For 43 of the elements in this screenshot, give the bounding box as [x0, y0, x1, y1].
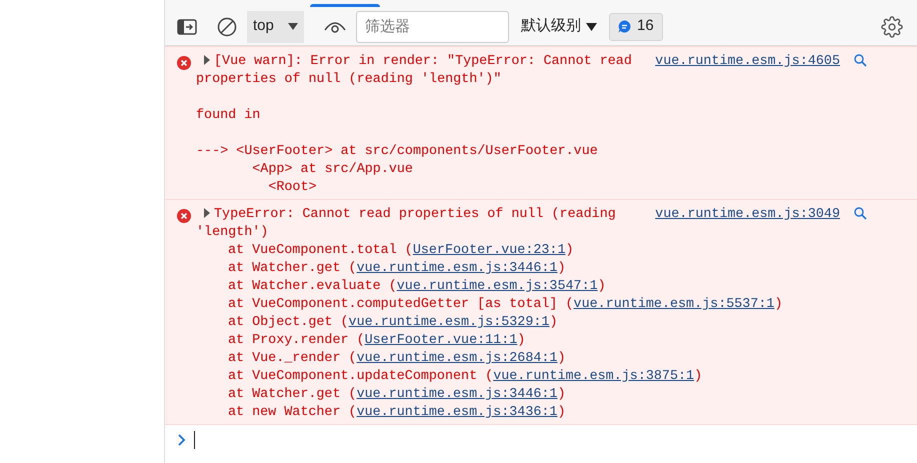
message-text: [Vue warn]: Error in render: "TypeError: Cannot read properties of null (reading 'length')" found in ---> <UserFooter> at src/components/UserFooter.vue <App> at src/App.vue <Root> — [196, 53, 633, 197]
stack-frame: at Proxy.render (UserFooter.vue:11:1) — [196, 332, 867, 350]
stack-frame: at Object.get (vue.runtime.esm.js:5329:1) — [196, 314, 867, 332]
expand-triangle-icon[interactable] — [203, 55, 211, 65]
stack-frame-link[interactable]: UserFooter.vue:11:1 — [364, 333, 518, 348]
prompt-chevron-icon — [178, 434, 186, 446]
stack-frame: at Vue._render (vue.runtime.esm.js:2684:1) — [196, 350, 867, 368]
stack-frame-link[interactable]: vue.runtime.esm.js:5329:1 — [348, 315, 550, 330]
caret-icon — [586, 22, 597, 30]
stack-frame: at VueComponent.total (UserFooter.vue:23:1) — [196, 242, 867, 260]
message-text: TypeError: Cannot read properties of null (reading 'length') — [196, 206, 617, 242]
stack-frame-link[interactable]: vue.runtime.esm.js:3446:1 — [356, 261, 558, 276]
context-dropdown[interactable]: top — [247, 10, 304, 42]
message-count-badge[interactable]: 16 — [609, 12, 663, 40]
stack-frame-link[interactable]: UserFooter.vue:23:1 — [412, 243, 566, 258]
search-icon[interactable] — [854, 54, 867, 67]
search-icon[interactable] — [854, 207, 867, 220]
stack-frame-link[interactable]: vue.runtime.esm.js:3446:1 — [356, 387, 558, 402]
settings-icon[interactable] — [881, 16, 903, 38]
error-icon — [177, 209, 191, 223]
stack-frame-link[interactable]: vue.runtime.esm.js:3875:1 — [493, 369, 694, 384]
tab-indicator — [310, 4, 380, 7]
stack-frame-link[interactable]: vue.runtime.esm.js:5537:1 — [574, 297, 774, 312]
sidebar-toggle-icon[interactable] — [177, 18, 197, 34]
caret-icon — [288, 23, 298, 30]
stack-frame-link[interactable]: vue.runtime.esm.js:3436:1 — [356, 405, 558, 420]
levels-dropdown[interactable]: 默认级别 — [521, 15, 597, 38]
stack-frame: at VueComponent.updateComponent (vue.runtime.esm.js:3875:1) — [196, 368, 867, 386]
stack-frame: at Watcher.evaluate (vue.runtime.esm.js:3547:1) — [196, 278, 867, 296]
stack-frame: at Watcher.get (vue.runtime.esm.js:3446:1) — [196, 386, 867, 404]
stack-frame-link[interactable]: vue.runtime.esm.js:3547:1 — [396, 279, 598, 294]
stack-frame-link[interactable]: vue.runtime.esm.js:2684:1 — [356, 351, 558, 366]
stack-frame: at Watcher.get (vue.runtime.esm.js:3446:1) — [196, 260, 867, 278]
message-icon — [618, 20, 631, 33]
error-icon — [177, 56, 191, 70]
source-link[interactable]: vue.runtime.esm.js:4605 — [655, 53, 840, 71]
clear-console-icon[interactable] — [217, 16, 237, 36]
stack-frame: at new Watcher (vue.runtime.esm.js:3436:1) — [196, 404, 867, 422]
stack-frame: at VueComponent.computedGetter [as total] (vue.runtime.esm.js:5537:1) — [196, 296, 867, 314]
filter-field[interactable]: 筛选器 — [356, 10, 509, 42]
expand-triangle-icon[interactable] — [203, 208, 211, 218]
eye-icon[interactable] — [324, 20, 346, 34]
source-link[interactable]: vue.runtime.esm.js:3049 — [655, 206, 840, 224]
